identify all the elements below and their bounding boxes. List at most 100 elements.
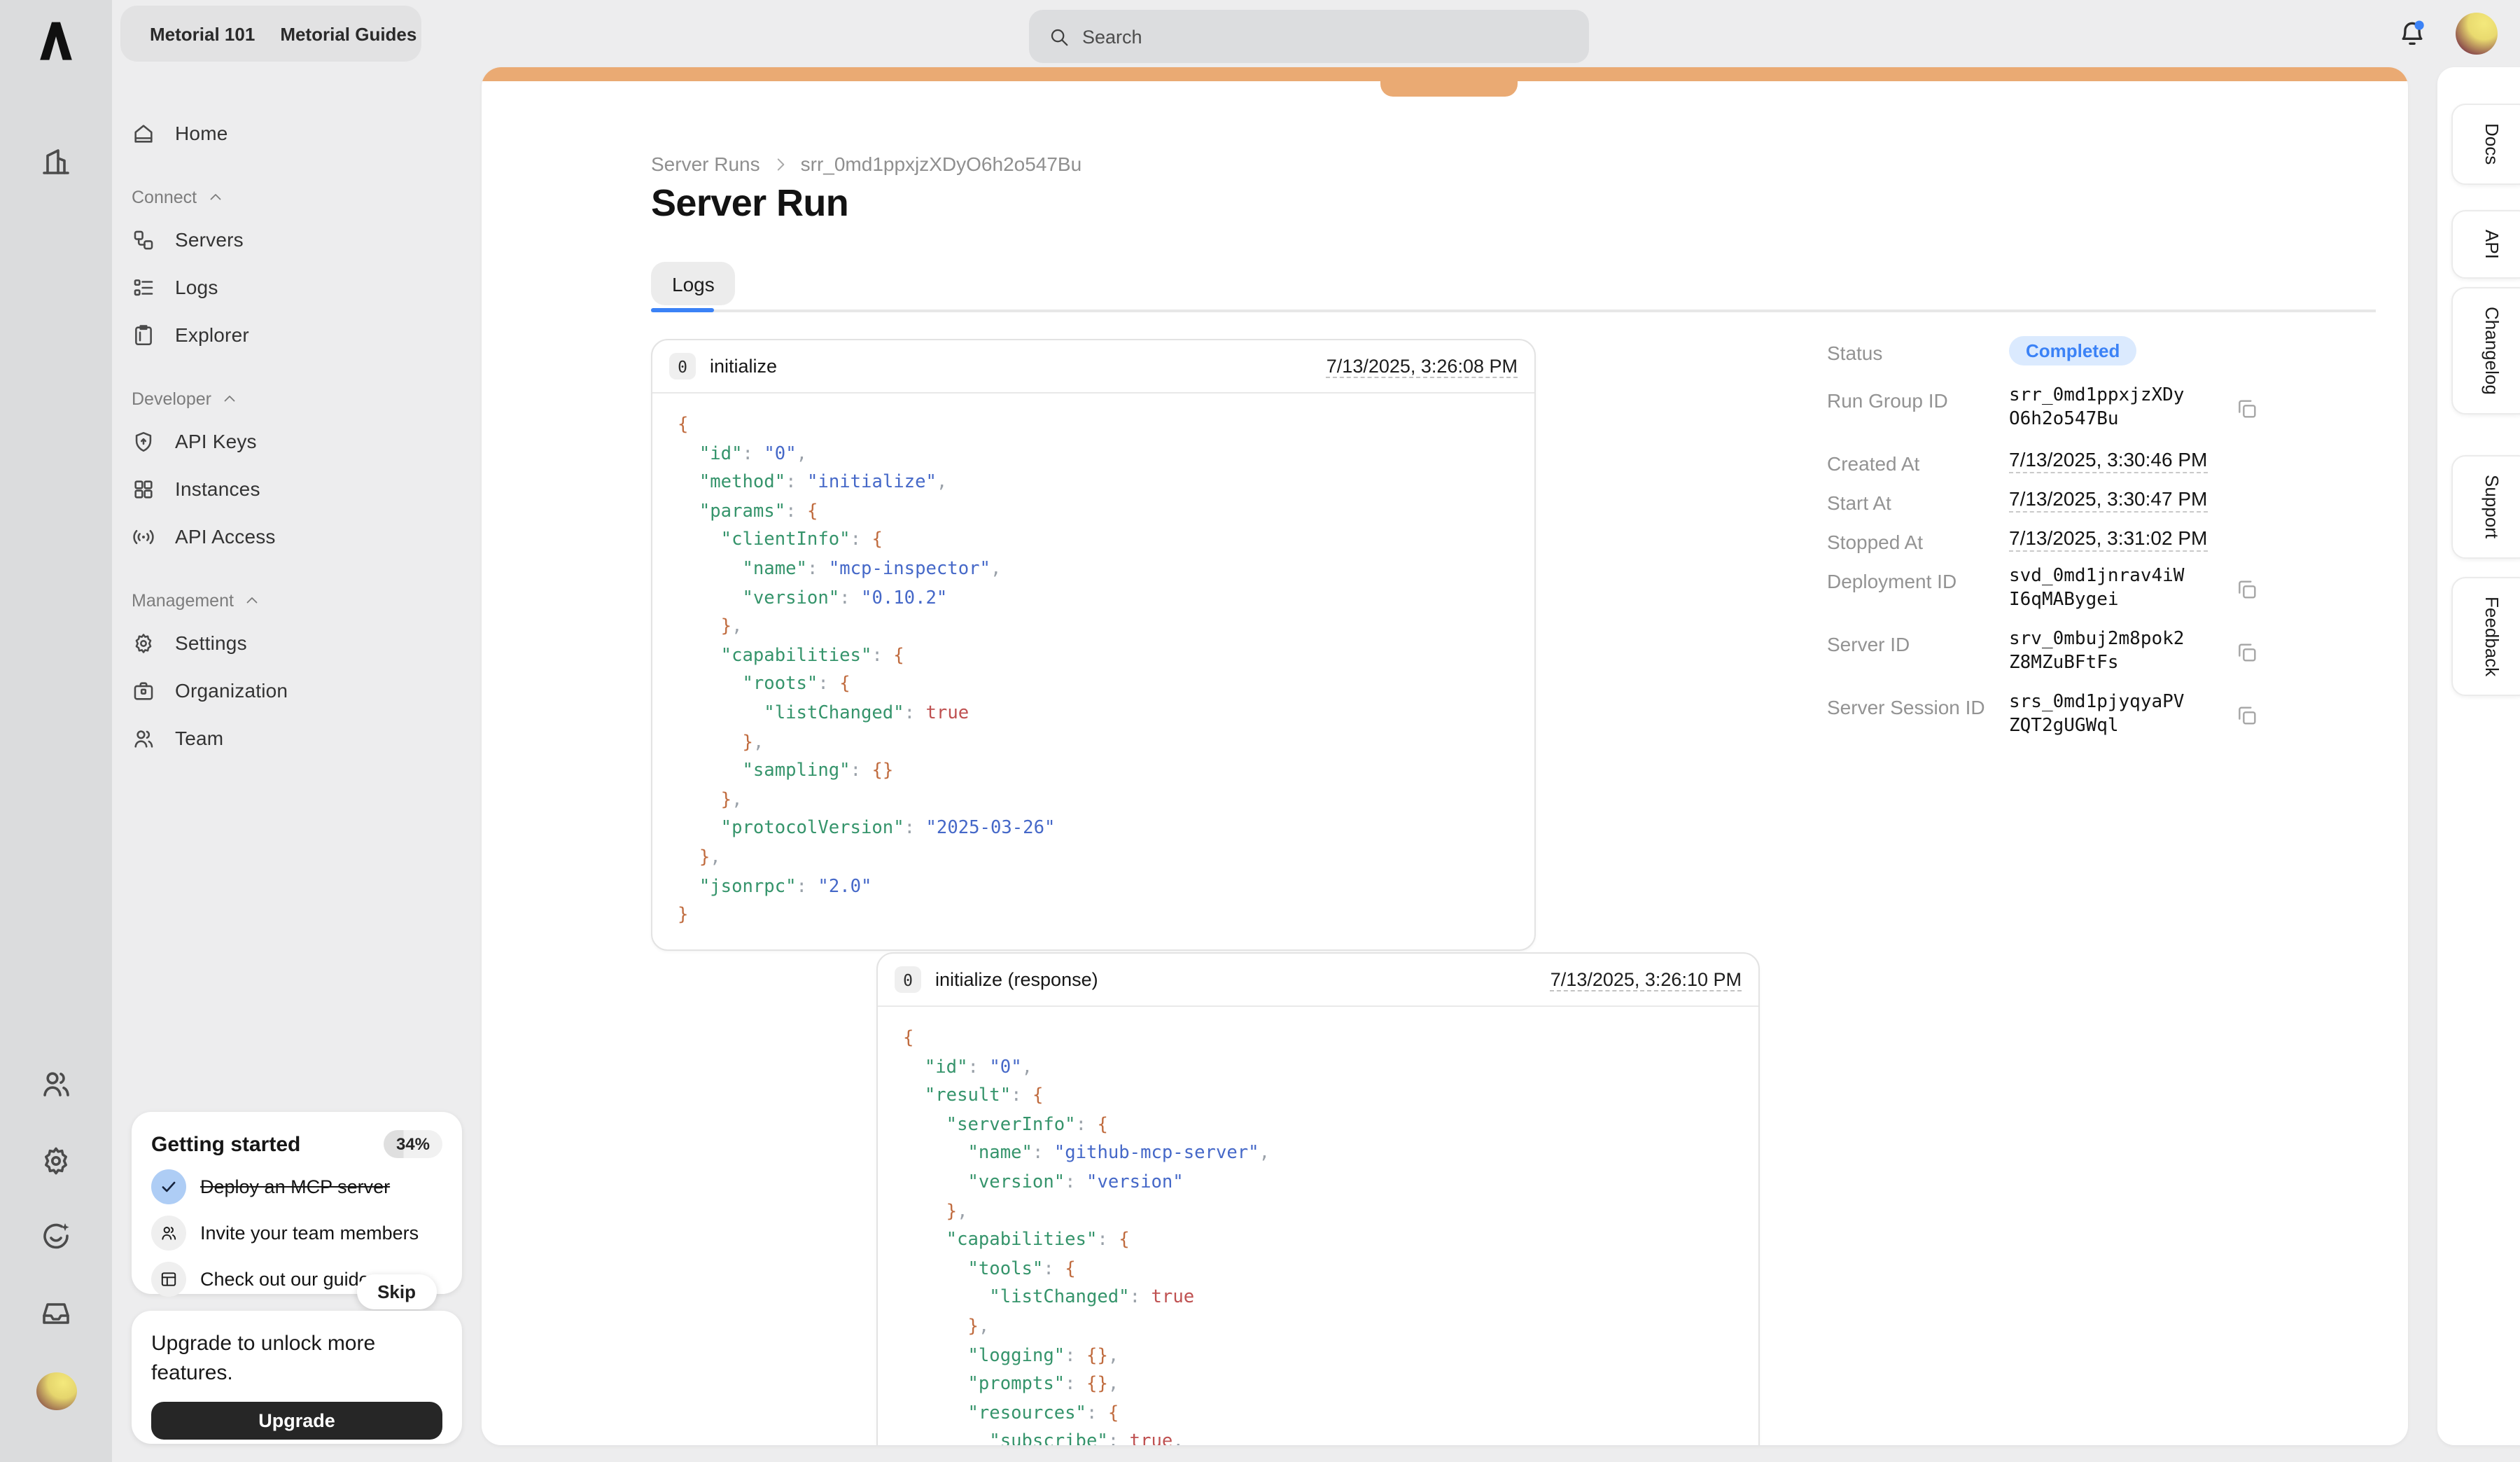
search-icon bbox=[1049, 26, 1070, 47]
chat-sparkle-icon[interactable] bbox=[39, 1220, 73, 1253]
sidebar-section-connect[interactable]: Connect bbox=[132, 188, 482, 207]
copy-icon[interactable] bbox=[2236, 641, 2258, 663]
metorial-logo-icon[interactable] bbox=[35, 20, 77, 76]
main-panel: Server Runs srr_0md1ppxjzXDyO6h2o547Bu S… bbox=[482, 67, 2408, 1445]
task-label: Check out our guides bbox=[200, 1269, 379, 1290]
sidebar-section-developer[interactable]: Developer bbox=[132, 389, 482, 409]
page-title: Server Run bbox=[651, 182, 848, 225]
organization-icon bbox=[132, 678, 155, 702]
sidebar-item-settings[interactable]: Settings bbox=[112, 619, 482, 667]
trial-banner-bar bbox=[482, 67, 2408, 81]
breadcrumb: Server Runs srr_0md1ppxjzXDyO6h2o547Bu bbox=[651, 153, 1082, 175]
sidebar-item-label: Home bbox=[175, 122, 228, 144]
sidebar-item-label: Organization bbox=[175, 679, 288, 702]
sidebar-item-api-access[interactable]: API Access bbox=[112, 513, 482, 560]
building-icon[interactable] bbox=[39, 144, 73, 178]
sidebar-item-label: API Access bbox=[175, 525, 276, 548]
detail-row-created-at: Created At7/13/2025, 3:30:46 PM bbox=[1827, 448, 2289, 476]
sidebar-item-api-keys[interactable]: API Keys bbox=[112, 417, 482, 465]
detail-label: Deployment ID bbox=[1827, 566, 2009, 594]
copy-icon[interactable] bbox=[2236, 578, 2258, 600]
explorer-icon bbox=[132, 323, 155, 347]
detail-label: Status bbox=[1827, 337, 2009, 365]
rail-user-avatar[interactable] bbox=[36, 1372, 77, 1410]
log-json-body: { "id": "0", "method": "initialize", "pa… bbox=[652, 394, 1534, 949]
team-icon bbox=[151, 1216, 186, 1251]
sidebar-section-management[interactable]: Management bbox=[132, 591, 482, 611]
sidebar-item-home[interactable]: Home bbox=[112, 109, 482, 157]
sidebar-section-label: Management bbox=[132, 591, 234, 611]
upgrade-button[interactable]: Upgrade bbox=[151, 1402, 442, 1440]
detail-label: Server ID bbox=[1827, 629, 2009, 657]
dock-tab-api[interactable]: API bbox=[2451, 210, 2520, 279]
detail-row-start-at: Start At7/13/2025, 3:30:47 PM bbox=[1827, 487, 2289, 515]
task-label: Invite your team members bbox=[200, 1223, 419, 1244]
skip-button[interactable]: Skip bbox=[356, 1274, 437, 1309]
log-card-header: 0initialize (response)7/13/2025, 3:26:10… bbox=[878, 954, 1758, 1007]
copy-icon[interactable] bbox=[2236, 397, 2258, 419]
api-access-icon bbox=[132, 524, 155, 548]
getting-started-card: Getting started 34% Deploy an MCP server… bbox=[132, 1112, 462, 1294]
user-avatar[interactable] bbox=[2456, 13, 2498, 55]
trial-banner-tab[interactable] bbox=[1380, 81, 1518, 97]
sidebar-section-label: Developer bbox=[132, 389, 211, 409]
json-code: { "id": "0", "method": "initialize", "pa… bbox=[678, 412, 1509, 931]
detail-time-value[interactable]: 7/13/2025, 3:30:47 PM bbox=[2009, 487, 2207, 513]
upgrade-text: Upgrade to unlock more features. bbox=[151, 1329, 389, 1388]
sidebar-item-servers[interactable]: Servers bbox=[112, 216, 482, 263]
detail-time-value[interactable]: 7/13/2025, 3:30:46 PM bbox=[2009, 448, 2207, 473]
sidebar-item-label: Team bbox=[175, 727, 223, 749]
chevron-up-icon bbox=[206, 189, 223, 206]
detail-time-value[interactable]: 7/13/2025, 3:31:02 PM bbox=[2009, 527, 2207, 552]
breadcrumb-server-runs[interactable]: Server Runs bbox=[651, 153, 760, 175]
search-placeholder: Search bbox=[1082, 26, 1142, 47]
detail-label: Stopped At bbox=[1827, 527, 2009, 555]
task-label: Deploy an MCP server bbox=[200, 1176, 390, 1197]
sidebar-item-logs[interactable]: Logs bbox=[112, 263, 482, 311]
chevron-up-icon bbox=[244, 592, 260, 609]
gear-icon[interactable] bbox=[39, 1144, 73, 1178]
log-method-name: initialize bbox=[710, 356, 777, 377]
notification-bell-icon[interactable] bbox=[2397, 18, 2428, 49]
breadcrumb-run-id: srr_0md1ppxjzXDyO6h2o547Bu bbox=[801, 153, 1082, 175]
sidebar-item-team[interactable]: Team bbox=[112, 714, 482, 762]
servers-icon bbox=[132, 228, 155, 251]
tab-logs[interactable]: Logs bbox=[651, 262, 736, 305]
org-name[interactable]: Metorial 101 bbox=[150, 23, 255, 44]
instances-icon bbox=[132, 477, 155, 501]
chevron-up-icon bbox=[221, 391, 238, 408]
detail-label: Run Group ID bbox=[1827, 385, 2009, 413]
sidebar-item-organization[interactable]: Organization bbox=[112, 667, 482, 714]
sidebar-item-label: Servers bbox=[175, 228, 244, 251]
tab-divider bbox=[651, 309, 2376, 312]
log-timestamp[interactable]: 7/13/2025, 3:26:08 PM bbox=[1326, 355, 1518, 377]
task-deploy-an-mcp-server[interactable]: Deploy an MCP server bbox=[151, 1169, 442, 1204]
dock-tab-feedback[interactable]: Feedback bbox=[2451, 577, 2520, 696]
copy-icon[interactable] bbox=[2236, 704, 2258, 726]
logs-icon bbox=[132, 275, 155, 299]
detail-id-value: srs_0md1pjyqyaPVZQT2gUGWql bbox=[2009, 692, 2194, 738]
left-rail bbox=[0, 0, 112, 1462]
org-breadcrumb[interactable]: Metorial 101 Metorial Guides bbox=[120, 6, 421, 62]
search-input[interactable]: Search bbox=[1029, 10, 1589, 63]
log-card: 0 initialize 7/13/2025, 3:26:08 PM { "id": … bbox=[651, 339, 1536, 950]
log-index-badge: 0 bbox=[669, 353, 696, 380]
sidebar-section-label: Connect bbox=[132, 188, 197, 207]
project-name[interactable]: Metorial Guides bbox=[280, 23, 416, 44]
detail-row-deployment-id: Deployment IDsvd_0md1jnrav4iWI6qMABygei bbox=[1827, 566, 2289, 612]
json-code: { "id": "0", "result": { "serverInfo": {… bbox=[903, 1025, 1733, 1445]
sidebar-item-explorer[interactable]: Explorer bbox=[112, 311, 482, 358]
log-timestamp[interactable]: 7/13/2025, 3:26:10 PM bbox=[1550, 968, 1742, 991]
detail-row-server-id: Server IDsrv_0mbuj2m8pok2Z8MZuBFtFs bbox=[1827, 629, 2289, 675]
progress-badge: 34% bbox=[384, 1130, 442, 1158]
dock-tab-docs[interactable]: Docs bbox=[2451, 104, 2520, 184]
detail-id-value: srv_0mbuj2m8pok2Z8MZuBFtFs bbox=[2009, 629, 2194, 675]
settings-icon bbox=[132, 631, 155, 655]
sidebar-item-instances[interactable]: Instances bbox=[112, 465, 482, 513]
dock-tab-support[interactable]: Support bbox=[2451, 455, 2520, 558]
task-invite-your-team-members[interactable]: Invite your team members bbox=[151, 1216, 442, 1251]
detail-row-run-group-id: Run Group IDsrr_0md1ppxjzXDyO6h2o547Bu bbox=[1827, 385, 2289, 431]
inbox-icon[interactable] bbox=[39, 1297, 73, 1330]
dock-tab-changelog[interactable]: Changelog bbox=[2451, 287, 2520, 415]
users-icon[interactable] bbox=[39, 1067, 73, 1101]
